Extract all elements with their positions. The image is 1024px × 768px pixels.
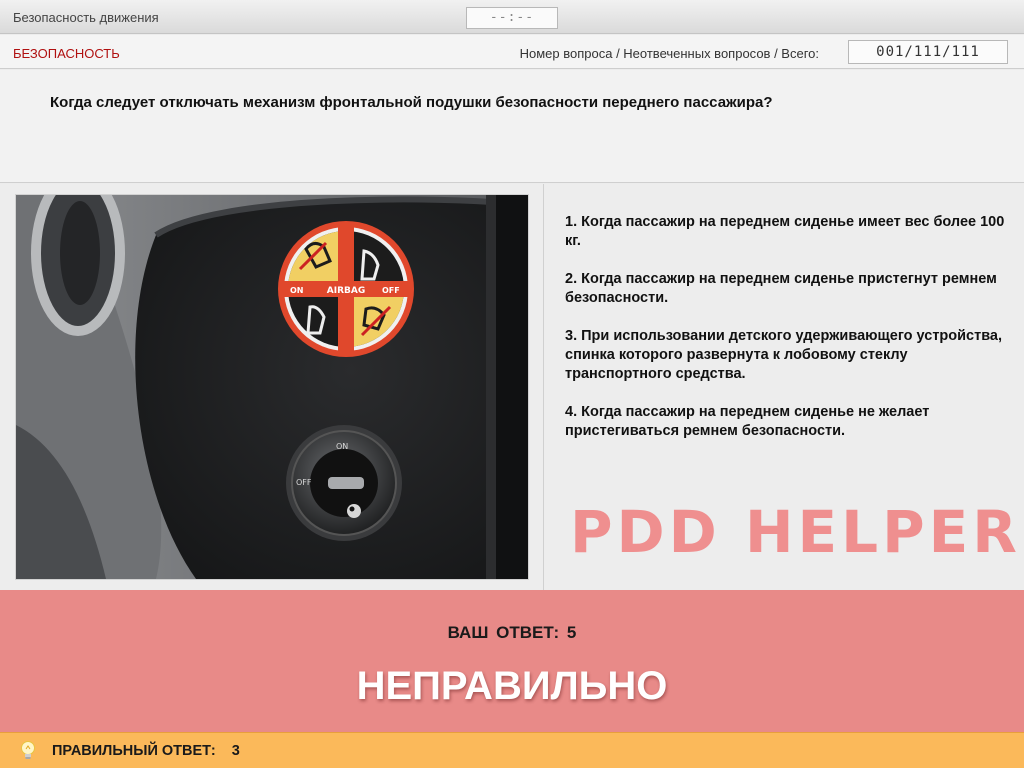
switch-off-label: OFF [296,478,312,487]
switch-on-label: ON [336,442,348,451]
airbag-label-text: AIRBAG [327,286,365,296]
airbag-label-photo: AIRBAG ON OFF ON OFF [16,195,528,579]
category-label: БЕЗОПАСНОСТЬ [13,46,120,61]
verdict-text: НЕПРАВИЛЬНО [356,664,668,708]
answer-option-2[interactable]: 2. Когда пассажир на переднем сиденье пр… [565,270,1015,308]
answer-list: 1. Когда пассажир на переднем сиденье им… [565,213,1015,460]
question-image: AIRBAG ON OFF ON OFF [16,195,528,579]
question-panel: Когда следует отключать механизм фронтал… [0,70,1024,183]
watermark-logo: PDD HELPER [570,498,1021,566]
app-title: Безопасность движения [13,10,159,25]
answer-option-1[interactable]: 1. Когда пассажир на переднем сиденье им… [565,213,1015,251]
answer-option-4[interactable]: 4. Когда пассажир на переднем сиденье не… [565,403,1015,441]
answer-option-3[interactable]: 3. При использовании детского удерживающ… [565,327,1015,384]
correct-answer-bar: ПРАВИЛЬНЫЙ ОТВЕТ: 3 [0,732,1024,768]
your-answer-label: ВАШ ОТВЕТ: [447,623,560,642]
correct-answer: ПРАВИЛЬНЫЙ ОТВЕТ: 3 [52,743,240,759]
title-bar: Безопасность движения --:-- [0,0,1024,34]
your-answer-value: 5 [566,623,577,642]
result-panel: ВАШ ОТВЕТ: 5 НЕПРАВИЛЬНО [0,590,1024,732]
correct-answer-value: 3 [231,743,240,759]
airbag-off-label: OFF [382,286,400,295]
airbag-on-label: ON [290,286,304,295]
question-counter: 001/111/111 [848,40,1008,64]
lightbulb-icon [21,741,35,759]
question-counter-label: Номер вопроса / Неотвеченных вопросов / … [519,46,819,61]
correct-answer-label: ПРАВИЛЬНЫЙ ОТВЕТ: [52,743,216,759]
your-answer: ВАШ ОТВЕТ: 5 [0,623,1024,643]
info-bar: БЕЗОПАСНОСТЬ Номер вопроса / Неотвеченны… [0,35,1024,69]
timer-display: --:-- [466,7,558,29]
content-divider [543,184,544,590]
question-text: Когда следует отключать механизм фронтал… [50,94,773,111]
